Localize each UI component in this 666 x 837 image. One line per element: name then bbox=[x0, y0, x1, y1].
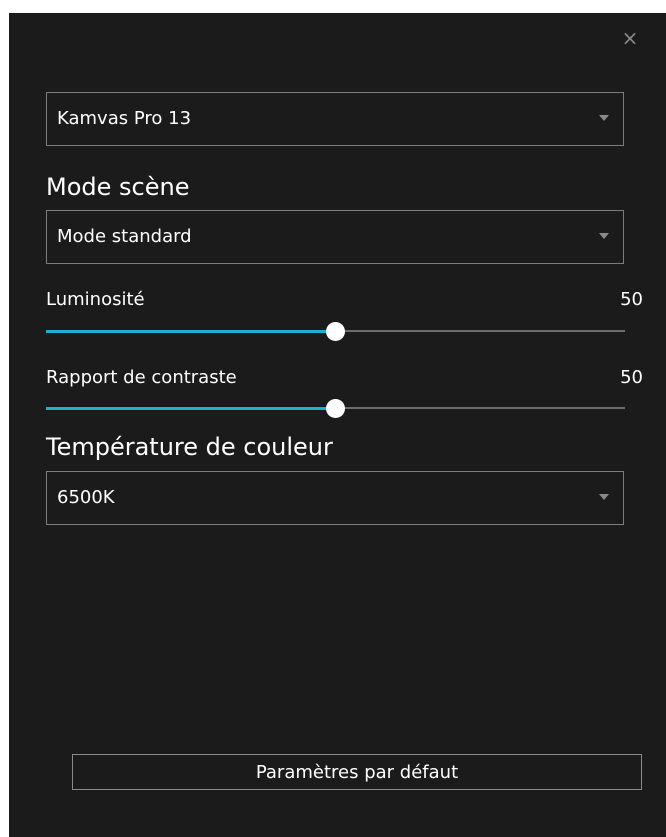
contrast-label: Rapport de contraste bbox=[46, 367, 237, 388]
device-dropdown[interactable]: Kamvas Pro 13 bbox=[46, 92, 624, 146]
dropdown-caret-icon bbox=[599, 494, 609, 500]
color-temperature-heading: Température de couleur bbox=[46, 433, 333, 461]
brightness-label: Luminosité bbox=[46, 289, 145, 310]
device-dropdown-value: Kamvas Pro 13 bbox=[57, 108, 192, 129]
dropdown-caret-icon bbox=[599, 233, 609, 239]
contrast-value: 50 bbox=[620, 367, 643, 388]
slider-fill bbox=[46, 330, 336, 333]
color-temperature-dropdown-value: 6500K bbox=[57, 487, 115, 508]
scene-mode-dropdown[interactable]: Mode standard bbox=[46, 210, 624, 264]
slider-thumb[interactable] bbox=[325, 322, 345, 341]
slider-fill bbox=[46, 407, 336, 410]
color-temperature-dropdown[interactable]: 6500K bbox=[46, 471, 624, 525]
dropdown-caret-icon bbox=[599, 115, 609, 121]
display-settings-panel: × Kamvas Pro 13 Mode scène Mode standard… bbox=[9, 13, 666, 837]
contrast-slider[interactable] bbox=[46, 398, 625, 418]
scene-mode-heading: Mode scène bbox=[46, 173, 190, 201]
brightness-value: 50 bbox=[620, 289, 643, 310]
scene-mode-dropdown-value: Mode standard bbox=[57, 226, 192, 247]
slider-thumb[interactable] bbox=[325, 399, 345, 418]
brightness-slider[interactable] bbox=[46, 321, 625, 341]
reset-defaults-button[interactable]: Paramètres par défaut bbox=[72, 754, 642, 790]
close-icon[interactable]: × bbox=[621, 28, 639, 48]
